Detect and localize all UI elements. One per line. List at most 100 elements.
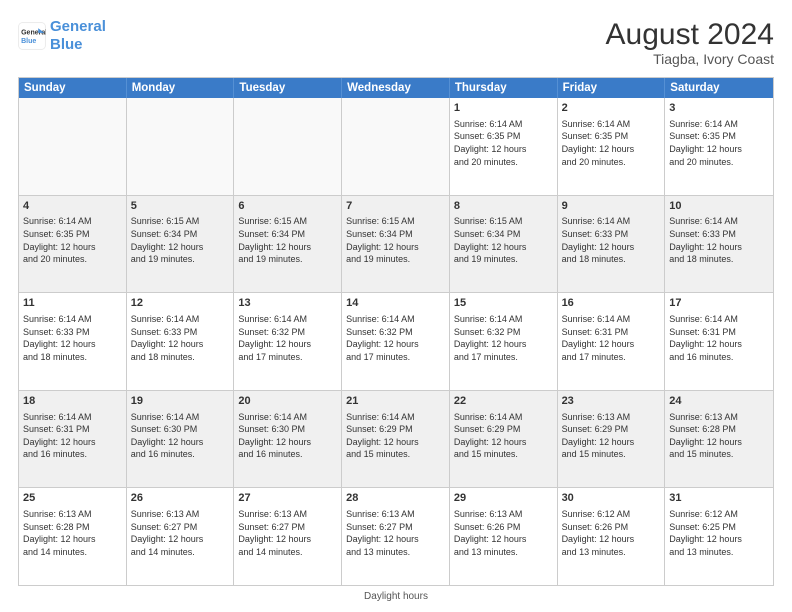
day-info: Sunrise: 6:14 AM Sunset: 6:31 PM Dayligh… [23,411,122,461]
cal-cell: 22 Sunrise: 6:14 AM Sunset: 6:29 PM Dayli… [450,391,558,488]
cal-cell [234,98,342,195]
day-info: Sunrise: 6:14 AM Sunset: 6:33 PM Dayligh… [669,215,769,265]
day-info: Sunrise: 6:14 AM Sunset: 6:32 PM Dayligh… [346,313,445,363]
cal-cell: 1 Sunrise: 6:14 AM Sunset: 6:35 PM Daylig… [450,98,558,195]
cal-cell: 21 Sunrise: 6:14 AM Sunset: 6:29 PM Dayli… [342,391,450,488]
day-info: Sunrise: 6:14 AM Sunset: 6:35 PM Dayligh… [454,118,553,168]
day-info: Sunrise: 6:14 AM Sunset: 6:30 PM Dayligh… [131,411,230,461]
page: General Blue General Blue August 2024 Ti… [0,0,792,612]
day-info: Sunrise: 6:13 AM Sunset: 6:26 PM Dayligh… [454,508,553,558]
title-block: August 2024 Tiagba, Ivory Coast [606,18,774,67]
cal-cell: 2Sunrise: 6:14 AM Sunset: 6:35 PM Daylig… [558,98,666,195]
cal-cell [19,98,127,195]
calendar-header-row: SundayMondayTuesdayWednesdayThursdayFrid… [19,78,773,98]
cal-cell: 27Sunrise: 6:13 AM Sunset: 6:27 PM Dayli… [234,488,342,585]
day-number: 13 [238,296,337,311]
subtitle: Tiagba, Ivory Coast [606,51,774,67]
cal-cell [127,98,235,195]
day-number: 26 [131,491,230,506]
footer-note: Daylight hours [18,591,774,602]
day-number: 24 [669,394,769,409]
day-number: 18 [23,394,122,409]
cal-cell: 19Sunrise: 6:14 AM Sunset: 6:30 PM Dayli… [127,391,235,488]
day-info: Sunrise: 6:13 AM Sunset: 6:27 PM Dayligh… [238,508,337,558]
cal-cell: 8Sunrise: 6:15 AM Sunset: 6:34 PM Daylig… [450,196,558,293]
day-info: Sunrise: 6:14 AM Sunset: 6:33 PM Dayligh… [562,215,661,265]
cal-header-tuesday: Tuesday [234,78,342,98]
day-number: 29 [454,491,553,506]
calendar-body: 1 Sunrise: 6:14 AM Sunset: 6:35 PM Daylig… [19,98,773,585]
cal-cell: 31 Sunrise: 6:12 AM Sunset: 6:25 PM Dayli… [665,488,773,585]
cal-week-3: 11 Sunrise: 6:14 AM Sunset: 6:33 PM Dayli… [19,292,773,390]
day-info: Sunrise: 6:15 AM Sunset: 6:34 PM Dayligh… [346,215,445,265]
cal-cell: 17 Sunrise: 6:14 AM Sunset: 6:31 PM Dayli… [665,293,773,390]
cal-cell: 24 Sunrise: 6:13 AM Sunset: 6:28 PM Dayli… [665,391,773,488]
day-info: Sunrise: 6:15 AM Sunset: 6:34 PM Dayligh… [238,215,337,265]
day-number: 21 [346,394,445,409]
cal-cell: 12 Sunrise: 6:14 AM Sunset: 6:33 PM Dayli… [127,293,235,390]
day-number: 7 [346,199,445,214]
svg-text:General: General [21,29,46,36]
cal-cell: 25 Sunrise: 6:13 AM Sunset: 6:28 PM Dayli… [19,488,127,585]
cal-cell: 23Sunrise: 6:13 AM Sunset: 6:29 PM Dayli… [558,391,666,488]
calendar: SundayMondayTuesdayWednesdayThursdayFrid… [18,77,774,586]
cal-cell: 4Sunrise: 6:14 AM Sunset: 6:35 PM Daylig… [19,196,127,293]
day-number: 25 [23,491,122,506]
day-info: Sunrise: 6:13 AM Sunset: 6:28 PM Dayligh… [669,411,769,461]
cal-cell: 30 Sunrise: 6:12 AM Sunset: 6:26 PM Dayli… [558,488,666,585]
day-info: Sunrise: 6:15 AM Sunset: 6:34 PM Dayligh… [454,215,553,265]
day-info: Sunrise: 6:13 AM Sunset: 6:28 PM Dayligh… [23,508,122,558]
cal-header-thursday: Thursday [450,78,558,98]
day-number: 31 [669,491,769,506]
cal-header-saturday: Saturday [665,78,773,98]
cal-header-monday: Monday [127,78,235,98]
cal-cell: 16Sunrise: 6:14 AM Sunset: 6:31 PM Dayli… [558,293,666,390]
day-info: Sunrise: 6:13 AM Sunset: 6:29 PM Dayligh… [562,411,661,461]
cal-cell: 10Sunrise: 6:14 AM Sunset: 6:33 PM Dayli… [665,196,773,293]
day-number: 28 [346,491,445,506]
cal-cell: 20Sunrise: 6:14 AM Sunset: 6:30 PM Dayli… [234,391,342,488]
day-number: 16 [562,296,661,311]
cal-cell: 14 Sunrise: 6:14 AM Sunset: 6:32 PM Dayli… [342,293,450,390]
day-info: Sunrise: 6:14 AM Sunset: 6:35 PM Dayligh… [669,118,769,168]
day-number: 5 [131,199,230,214]
cal-week-5: 25 Sunrise: 6:13 AM Sunset: 6:28 PM Dayli… [19,487,773,585]
day-number: 2 [562,101,661,116]
day-number: 22 [454,394,553,409]
day-info: Sunrise: 6:14 AM Sunset: 6:35 PM Dayligh… [23,215,122,265]
cal-cell [342,98,450,195]
cal-week-4: 18 Sunrise: 6:14 AM Sunset: 6:31 PM Dayli… [19,390,773,488]
cal-cell: 7Sunrise: 6:15 AM Sunset: 6:34 PM Daylig… [342,196,450,293]
day-number: 12 [131,296,230,311]
cal-cell: 26 Sunrise: 6:13 AM Sunset: 6:27 PM Dayli… [127,488,235,585]
day-info: Sunrise: 6:14 AM Sunset: 6:33 PM Dayligh… [131,313,230,363]
cal-cell: 18 Sunrise: 6:14 AM Sunset: 6:31 PM Dayli… [19,391,127,488]
logo: General Blue General Blue [18,18,106,54]
day-number: 17 [669,296,769,311]
day-info: Sunrise: 6:14 AM Sunset: 6:29 PM Dayligh… [454,411,553,461]
day-info: Sunrise: 6:14 AM Sunset: 6:29 PM Dayligh… [346,411,445,461]
day-number: 15 [454,296,553,311]
cal-header-wednesday: Wednesday [342,78,450,98]
cal-cell: 3Sunrise: 6:14 AM Sunset: 6:35 PM Daylig… [665,98,773,195]
day-number: 4 [23,199,122,214]
day-number: 1 [454,101,553,116]
day-info: Sunrise: 6:14 AM Sunset: 6:30 PM Dayligh… [238,411,337,461]
day-info: Sunrise: 6:14 AM Sunset: 6:32 PM Dayligh… [454,313,553,363]
day-info: Sunrise: 6:13 AM Sunset: 6:27 PM Dayligh… [131,508,230,558]
day-info: Sunrise: 6:14 AM Sunset: 6:31 PM Dayligh… [669,313,769,363]
svg-text:Blue: Blue [21,38,36,45]
cal-cell: 11Sunrise: 6:14 AM Sunset: 6:33 PM Dayli… [19,293,127,390]
cal-header-sunday: Sunday [19,78,127,98]
main-title: August 2024 [606,18,774,51]
day-number: 9 [562,199,661,214]
day-info: Sunrise: 6:12 AM Sunset: 6:25 PM Dayligh… [669,508,769,558]
day-info: Sunrise: 6:12 AM Sunset: 6:26 PM Dayligh… [562,508,661,558]
day-number: 30 [562,491,661,506]
cal-cell: 15 Sunrise: 6:14 AM Sunset: 6:32 PM Dayli… [450,293,558,390]
day-number: 8 [454,199,553,214]
day-number: 11 [23,296,122,311]
day-number: 14 [346,296,445,311]
cal-cell: 9Sunrise: 6:14 AM Sunset: 6:33 PM Daylig… [558,196,666,293]
header: General Blue General Blue August 2024 Ti… [18,18,774,67]
